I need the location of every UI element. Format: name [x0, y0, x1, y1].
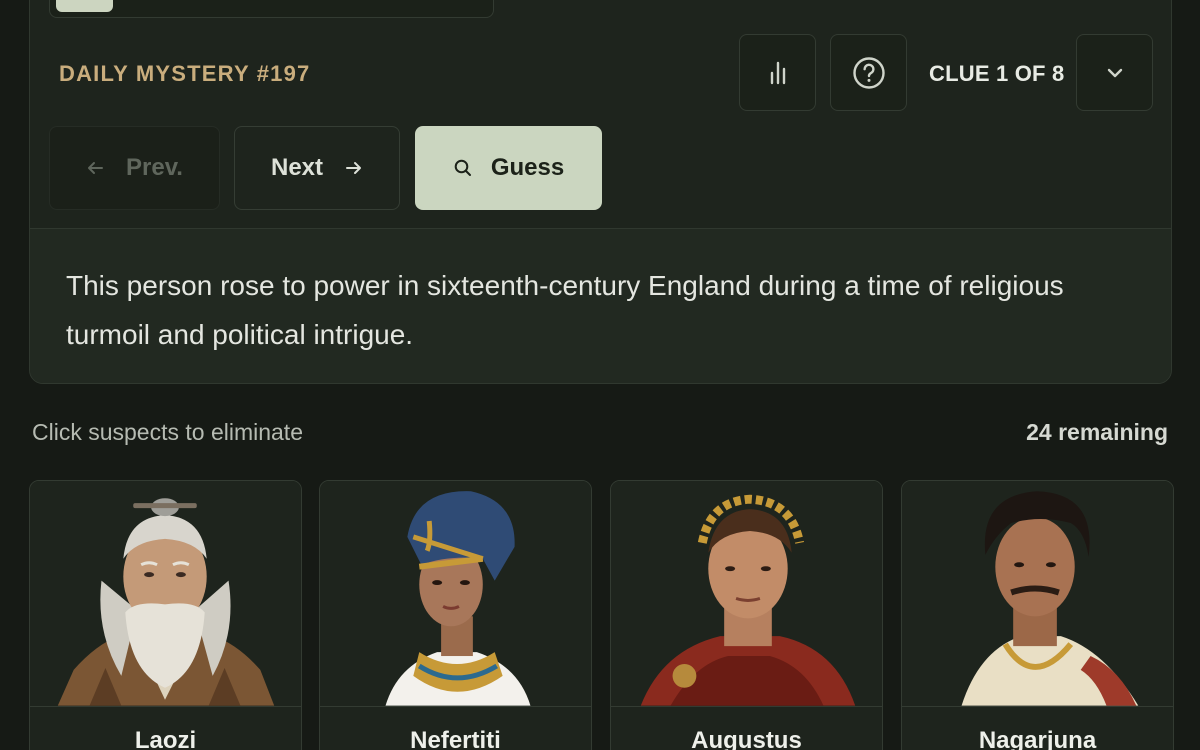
suspect-card-laozi[interactable]: Laozi	[29, 480, 302, 750]
clue-progress-fill	[56, 0, 113, 12]
remaining-count: 24 remaining	[1026, 419, 1168, 445]
suspect-name: Augustus	[691, 727, 802, 750]
suspect-name: Nefertiti	[410, 727, 501, 750]
laozi-portrait-image	[30, 481, 301, 706]
prev-button[interactable]: Prev.	[49, 126, 220, 210]
game-page: DAILY MYSTERY #197 CLUE 1 OF 8 Prev. Nex…	[0, 0, 1200, 750]
search-icon	[454, 159, 471, 176]
prev-button-label: Prev.	[126, 154, 183, 181]
suspect-card-augustus[interactable]: Augustus	[610, 480, 883, 750]
question-circle-icon	[852, 56, 885, 89]
clue-panel: DAILY MYSTERY #197 CLUE 1 OF 8 Prev. Nex…	[29, 0, 1172, 384]
suspect-portrait	[320, 481, 591, 707]
arrow-right-icon	[346, 162, 362, 174]
mystery-title: DAILY MYSTERY #197	[59, 61, 311, 86]
suspect-name: Laozi	[134, 727, 197, 750]
augustus-portrait-image	[611, 481, 882, 706]
stats-button[interactable]	[739, 34, 816, 111]
chevron-down-icon	[1107, 68, 1122, 77]
expand-button[interactable]	[1076, 34, 1153, 111]
suspect-name: Nagarjuna	[978, 727, 1097, 750]
nefertiti-portrait-image	[320, 481, 591, 706]
clue-text: This person rose to power in sixteenth-c…	[66, 270, 1064, 350]
suspect-card-nagarjuna[interactable]: Nagarjuna	[901, 480, 1174, 750]
help-button[interactable]	[830, 34, 907, 111]
nagarjuna-portrait-image	[902, 481, 1173, 706]
guess-button-label: Guess	[490, 154, 565, 181]
clue-progress-bar	[49, 0, 494, 18]
arrow-left-icon	[88, 162, 104, 174]
suspect-card-nefertiti[interactable]: Nefertiti	[319, 480, 592, 750]
suspect-portrait	[30, 481, 301, 707]
eliminate-hint: Click suspects to eliminate	[32, 419, 303, 445]
suspect-portrait	[902, 481, 1173, 707]
next-button[interactable]: Next	[234, 126, 400, 210]
guess-button[interactable]: Guess	[415, 126, 602, 210]
suspect-portrait	[611, 481, 882, 707]
next-button-label: Next	[270, 154, 324, 181]
bar-chart-icon	[770, 61, 785, 84]
clue-counter: CLUE 1 OF 8	[929, 61, 1065, 86]
